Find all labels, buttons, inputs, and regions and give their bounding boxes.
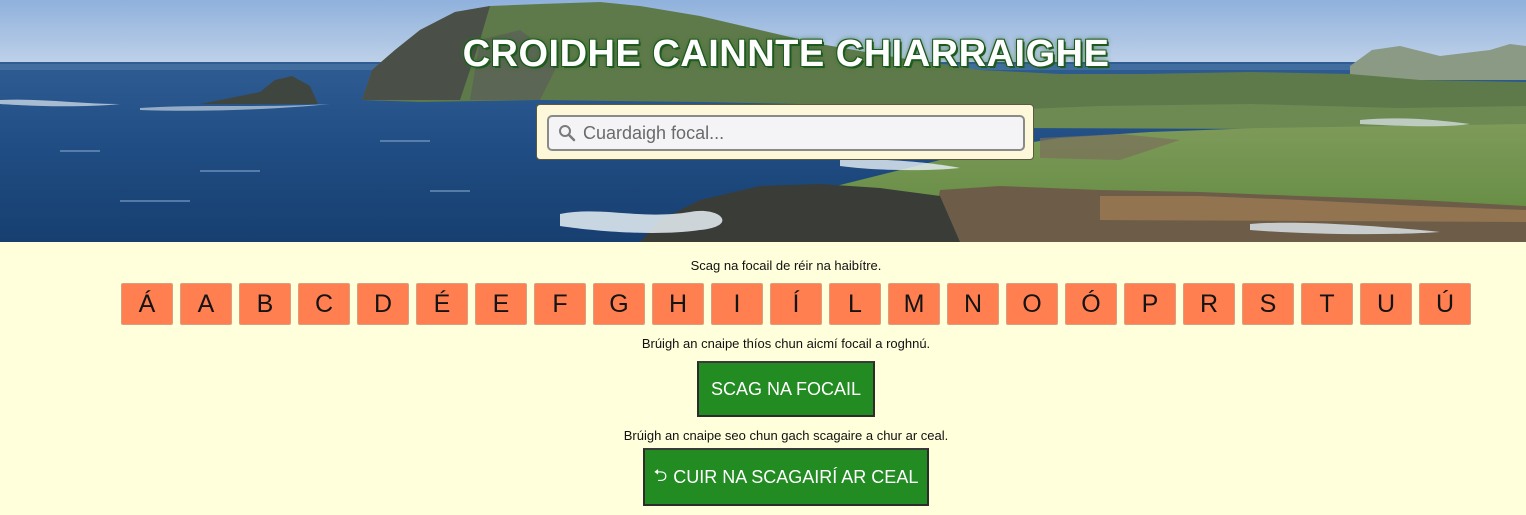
letter-button-20[interactable]: S [1242,283,1294,325]
category-filter-hint: Brúigh an cnaipe thíos chun aicmí focail… [641,336,931,351]
search-input[interactable] [583,117,1013,149]
letter-button-5[interactable]: D [357,283,409,325]
search-icon [559,125,576,142]
header-banner: CROIDHE CAINNTE CHIARRAIGHE [0,0,1526,242]
filter-words-button[interactable]: SCAG NA FOCAIL [697,361,875,417]
letter-button-18[interactable]: P [1124,283,1176,325]
letter-button-3[interactable]: B [239,283,291,325]
letter-button-8[interactable]: F [534,283,586,325]
alphabet-filter-bar: ÁABCDÉEFGHIÍLMNOÓPRSTUÚ [121,283,1471,325]
letter-button-14[interactable]: M [888,283,940,325]
letter-button-9[interactable]: G [593,283,645,325]
page: CROIDHE CAINNTE CHIARRAIGHE Scag na foca… [0,0,1526,515]
filter-words-button-label: SCAG NA FOCAIL [710,378,862,399]
letter-button-12[interactable]: Í [770,283,822,325]
reset-filter-hint: Brúigh an cnaipe seo chun gach scagaire … [623,428,949,443]
reset-filters-button-label: CUIR NA SCAGAIRÍ AR CEAL [673,466,919,487]
letter-button-23[interactable]: Ú [1419,283,1471,325]
letter-button-22[interactable]: U [1360,283,1412,325]
letter-button-10[interactable]: H [652,283,704,325]
site-title: CROIDHE CAINNTE CHIARRAIGHE [462,33,1110,75]
letter-button-17[interactable]: Ó [1065,283,1117,325]
reset-filters-button[interactable]: ⮌ CUIR NA SCAGAIRÍ AR CEAL [643,448,929,506]
letter-button-19[interactable]: R [1183,283,1235,325]
alphabet-filter-hint: Scag na focail de réir na haibítre. [690,258,882,273]
letter-button-11[interactable]: I [711,283,763,325]
letter-button-13[interactable]: L [829,283,881,325]
letter-button-16[interactable]: O [1006,283,1058,325]
search-container [536,104,1034,160]
letter-button-6[interactable]: É [416,283,468,325]
letter-button-15[interactable]: N [947,283,999,325]
letter-button-1[interactable]: Á [121,283,173,325]
undo-icon: ⮌ [653,465,668,485]
letter-button-2[interactable]: A [180,283,232,325]
letter-button-4[interactable]: C [298,283,350,325]
letter-button-21[interactable]: T [1301,283,1353,325]
search-field[interactable] [547,115,1025,151]
letter-button-7[interactable]: E [475,283,527,325]
